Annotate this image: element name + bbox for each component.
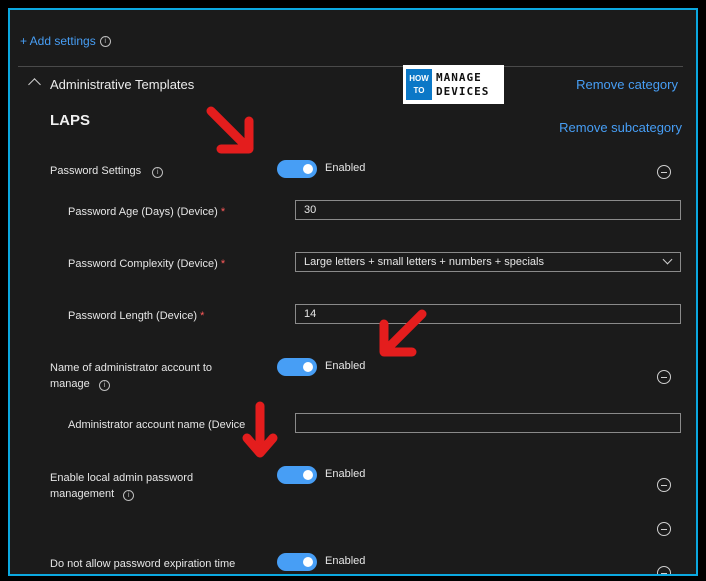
add-settings-label: + Add settings [20, 34, 96, 48]
chevron-down-icon [662, 254, 673, 265]
divider [18, 66, 683, 67]
chevron-up-icon[interactable] [28, 78, 41, 91]
info-icon: i [152, 167, 164, 178]
password-settings-label: Password Settings i [50, 163, 164, 179]
password-complexity-select[interactable]: Large letters + small letters + numbers … [295, 252, 681, 272]
subcategory-title: LAPS [50, 112, 91, 129]
admin-account-name-label: Administrator account name (Device [68, 419, 246, 431]
admin-account-label: Name of administrator account to manage … [50, 362, 213, 391]
category-title: Administrative Templates [50, 77, 195, 92]
logo-text: MANAGE DEVICES [436, 70, 490, 98]
local-admin-mgmt-label: Enable local admin password management i [50, 472, 194, 501]
remove-setting-icon[interactable] [657, 165, 671, 179]
remove-setting-icon[interactable] [657, 478, 671, 492]
no-expiration-state: Enabled [325, 555, 366, 567]
settings-panel: + Add settings i Administrative Template… [8, 8, 698, 576]
no-expiration-label: Do not allow password expiration time [50, 558, 236, 570]
remove-setting-icon[interactable] [657, 566, 671, 574]
info-icon: i [98, 380, 110, 391]
remove-setting-icon[interactable] [657, 522, 671, 536]
annotation-arrow-icon [242, 401, 278, 458]
admin-account-toggle[interactable] [277, 358, 317, 376]
admin-account-state: Enabled [325, 360, 366, 372]
remove-category-link[interactable]: Remove category [576, 77, 678, 92]
remove-setting-icon[interactable] [657, 370, 671, 384]
local-admin-mgmt-state: Enabled [325, 468, 366, 480]
logo-badge: HOW TO [406, 69, 432, 100]
how-to-manage-devices-logo: HOW TO MANAGE DEVICES [403, 65, 504, 104]
no-expiration-toggle[interactable] [277, 553, 317, 571]
password-length-label: Password Length (Device) * [68, 310, 205, 322]
password-age-label: Password Age (Days) (Device) * [68, 206, 226, 218]
annotation-arrow-icon [206, 106, 254, 154]
admin-account-name-input[interactable] [295, 413, 681, 433]
password-length-input[interactable]: 14 [295, 304, 681, 324]
password-age-input[interactable]: 30 [295, 200, 681, 220]
password-settings-state: Enabled [325, 162, 366, 174]
password-settings-toggle[interactable] [277, 160, 317, 178]
local-admin-mgmt-toggle[interactable] [277, 466, 317, 484]
info-icon: i [99, 35, 111, 47]
add-settings-link[interactable]: + Add settings i [20, 34, 111, 48]
remove-subcategory-link[interactable]: Remove subcategory [559, 120, 682, 135]
info-icon: i [123, 490, 135, 501]
password-complexity-label: Password Complexity (Device) * [68, 258, 226, 270]
annotation-arrow-icon [379, 309, 427, 357]
password-complexity-value: Large letters + small letters + numbers … [304, 256, 544, 268]
